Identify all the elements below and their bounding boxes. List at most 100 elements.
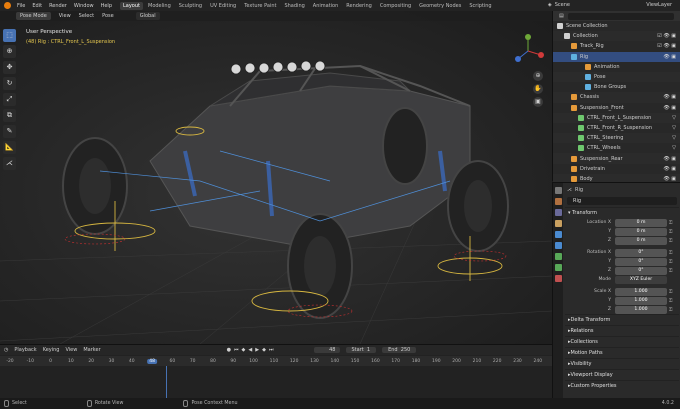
menu-edit[interactable]: Edit [32, 3, 42, 9]
record-icon[interactable]: ● [227, 347, 231, 353]
visibility-toggle-icons[interactable]: 👁 ▣ [663, 105, 676, 111]
visibility-toggle-icons[interactable]: 👁 ▣ [663, 54, 676, 60]
tab-rendering[interactable]: Rendering [343, 2, 375, 10]
timeline-menu-marker[interactable]: Marker [83, 347, 100, 353]
outliner-item[interactable]: CTRL_Steering ▽ [553, 133, 680, 144]
bone-tab-icon[interactable] [554, 264, 562, 271]
viewport-menu-select[interactable]: Select [79, 13, 94, 19]
menu-file[interactable]: File [17, 3, 25, 9]
menu-window[interactable]: Window [74, 3, 94, 9]
rotation-value-field[interactable]: 0° [615, 266, 667, 275]
blender-logo-icon[interactable] [4, 2, 11, 9]
data-tab-icon[interactable] [554, 253, 562, 260]
tab-animation[interactable]: Animation [310, 2, 342, 10]
scale-value-field[interactable]: 1.000 [615, 305, 667, 314]
scale-value-field[interactable]: 1.000 [615, 296, 667, 305]
tab-sculpting[interactable]: Sculpting [176, 2, 205, 10]
render-tab-icon[interactable] [554, 198, 562, 205]
current-frame-field[interactable]: 48 [313, 347, 340, 353]
tab-geometry-nodes[interactable]: Geometry Nodes [416, 2, 464, 10]
location-value-field[interactable]: 0 m [615, 218, 667, 227]
end-frame-field[interactable]: End 250 [382, 347, 417, 353]
outliner-item[interactable]: Chassis 👁 ▣ [553, 92, 680, 103]
constraints-tab-icon[interactable] [554, 242, 562, 249]
outliner-item[interactable]: Scene Collection [553, 21, 680, 31]
outliner-item[interactable]: Pose [553, 71, 680, 83]
material-tab-icon[interactable] [554, 275, 562, 282]
start-frame-field[interactable]: Start 1 [345, 347, 377, 353]
cursor-icon[interactable]: ⊕ [3, 45, 16, 58]
outliner-item[interactable]: CTRL_Front_R_Suspension ▽ [553, 123, 680, 133]
visibility-toggle-icons[interactable]: 👁 ▣ [663, 156, 676, 162]
lock-icon[interactable]: ⚿ [669, 298, 675, 304]
collapsed-section-header[interactable]: ▸ Delta Transform [565, 314, 679, 325]
lock-icon[interactable]: ⚿ [669, 259, 675, 265]
lock-icon[interactable]: ⚿ [669, 229, 675, 235]
scale-value-field[interactable]: 1.000 [615, 287, 667, 296]
visibility-toggle-icons[interactable]: 👁 ▣ [663, 176, 676, 182]
timeline-menu-view[interactable]: View [65, 347, 77, 353]
rotation-value-field[interactable]: 0° [615, 248, 667, 257]
outliner-item[interactable]: CTRL_Wheels ▽ [553, 143, 680, 153]
outliner-item[interactable]: Drivetrain 👁 ▣ [553, 164, 680, 174]
tab-uv-editing[interactable]: UV Editing [207, 2, 239, 10]
annotate-icon[interactable]: ✎ [3, 125, 16, 138]
lock-icon[interactable]: ⚿ [669, 268, 675, 274]
lock-icon[interactable]: ⚿ [669, 220, 675, 226]
viewport-menu-pose[interactable]: Pose [102, 13, 114, 19]
collapsed-section-header[interactable]: ▸ Motion Paths [565, 347, 679, 358]
transform-icon[interactable]: ⧉ [3, 109, 16, 122]
tab-scripting[interactable]: Scripting [466, 2, 494, 10]
tab-compositing[interactable]: Compositing [377, 2, 414, 10]
object-name-field[interactable]: Rig [567, 197, 677, 205]
outliner-item[interactable]: Animation [553, 62, 680, 72]
viewlayer-selector[interactable]: ViewLayer [646, 2, 672, 8]
location-value-field[interactable]: 0 m [615, 227, 667, 236]
outliner-item[interactable]: Collection ☑ 👁 ▣ [553, 31, 680, 42]
outliner-item[interactable]: Suspension_Rear 👁 ▣ [553, 153, 680, 164]
outliner-item[interactable]: CTRL_Front_L_Suspension ▽ [553, 112, 680, 123]
playhead[interactable] [166, 366, 167, 399]
interaction-mode-dropdown[interactable]: Pose Mode [16, 12, 51, 20]
prev-key-icon[interactable]: ◆ [242, 347, 246, 353]
outliner-item[interactable]: Suspension_Front 👁 ▣ [553, 103, 680, 113]
visibility-toggle-icons[interactable]: ▽ [672, 115, 676, 121]
lock-icon[interactable]: ⚿ [669, 250, 675, 256]
timeline-menu-playback[interactable]: Playback [14, 347, 36, 353]
viewport-menu-view[interactable]: View [59, 13, 71, 19]
zoom-icon[interactable]: ⊕ [533, 71, 543, 81]
collapsed-section-header[interactable]: ▸ Viewport Display [565, 369, 679, 380]
play-icon[interactable]: ▶ [255, 347, 259, 353]
transform-section-header[interactable]: ▾ Transform [565, 207, 679, 218]
timeline-editor-icon[interactable]: ◷ [4, 347, 8, 353]
output-tab-icon[interactable] [554, 209, 562, 216]
jump-end-icon[interactable]: ⏭ [269, 347, 274, 353]
scale-icon[interactable]: ⤢ [3, 93, 16, 106]
location-value-field[interactable]: 0 m [615, 236, 667, 245]
frame-ruler[interactable]: -20 -10 0 10 20 30 40 48 60 70 80 90 100 110 120 130 140… [0, 356, 552, 366]
tool-tab-icon[interactable] [554, 187, 562, 194]
menu-help[interactable]: Help [101, 3, 112, 9]
object-tab-icon[interactable] [554, 220, 562, 227]
collapsed-section-header[interactable]: ▸ Visibility [565, 358, 679, 369]
menu-render[interactable]: Render [49, 3, 67, 9]
tab-modeling[interactable]: Modeling [145, 2, 174, 10]
move-icon[interactable]: ✥ [3, 61, 16, 74]
collapsed-section-header[interactable]: ▸ Custom Properties [565, 380, 679, 391]
select-box-icon[interactable]: ⬚ [3, 29, 16, 42]
collapsed-section-header[interactable]: ▸ Relations [565, 325, 679, 336]
play-reverse-icon[interactable]: ◀ [248, 347, 252, 353]
navigation-gizmo[interactable] [510, 33, 546, 69]
collapsed-section-header[interactable]: ▸ Collections [565, 336, 679, 347]
camera-icon[interactable]: ▣ [533, 97, 543, 107]
outliner-filter-icon[interactable]: ▤ [559, 13, 564, 19]
pan-icon[interactable]: ✋ [533, 84, 543, 94]
visibility-toggle-icons[interactable]: 👁 ▣ [663, 94, 676, 100]
jump-start-icon[interactable]: ⏮ [234, 347, 239, 353]
outliner-search-input[interactable] [567, 12, 674, 20]
outliner-item[interactable]: Track_Rig ☑ 👁 ▣ [553, 41, 680, 51]
visibility-toggle-icons[interactable]: ▽ [672, 125, 676, 131]
tab-layout[interactable]: Layout [120, 1, 143, 10]
visibility-toggle-icons[interactable]: ☑ 👁 ▣ [657, 33, 676, 39]
next-key-icon[interactable]: ◆ [262, 347, 266, 353]
